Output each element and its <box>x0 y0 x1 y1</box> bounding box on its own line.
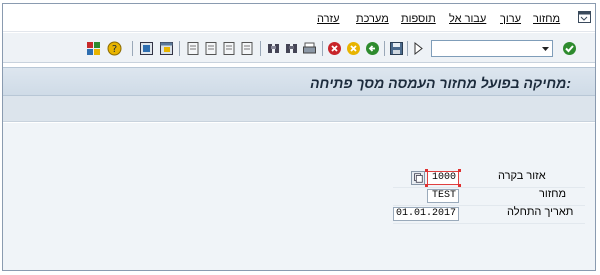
toolbar-separator <box>132 41 133 56</box>
standard-toolbar: ? <box>3 33 595 63</box>
find-icon[interactable] <box>284 41 299 56</box>
last-page-icon[interactable] <box>185 41 200 56</box>
cancel-icon[interactable] <box>327 41 342 56</box>
application-toolbar <box>3 96 595 122</box>
sap-window: מחזור ערוך עבור אל תוספות מערכת עזרה ?:… <box>2 3 596 271</box>
svg-text:?: ? <box>112 44 117 55</box>
previous-page-icon[interactable] <box>221 41 236 56</box>
page-title: :מחיקה בפועל מחזור העמסה מסך פתיחה <box>310 75 571 91</box>
toolbar-separator <box>179 41 180 56</box>
expand-command-icon[interactable] <box>411 41 426 56</box>
customize-layout-icon[interactable] <box>86 41 101 56</box>
menu-edit[interactable]: ערוך <box>500 13 521 25</box>
control-area-input[interactable]: 1000 <box>427 171 459 185</box>
find-next-icon[interactable] <box>266 41 281 56</box>
toolbar-separator <box>384 41 385 56</box>
screen-title-bar: :מחיקה בפועל מחזור העמסה מסך פתיחה <box>3 67 595 96</box>
selection-screen: אזור בקרה 1000 מחזור TEST תאריך התחלה 01… <box>3 123 595 270</box>
cycle-input[interactable]: TEST <box>427 189 459 203</box>
print-icon[interactable] <box>302 41 317 56</box>
selection-handle <box>425 169 428 172</box>
toolbar-separator <box>407 41 408 56</box>
save-icon[interactable] <box>389 41 404 56</box>
menu-help[interactable]: עזרה <box>317 13 339 25</box>
chevron-down-icon[interactable] <box>541 44 550 53</box>
selection-handle <box>458 169 461 172</box>
new-session-icon[interactable] <box>159 41 174 56</box>
menu-cycle[interactable]: מחזור <box>533 13 560 25</box>
field-label-cycle: מחזור <box>539 188 567 200</box>
row-divider <box>393 223 585 224</box>
exit-icon[interactable] <box>346 41 361 56</box>
menu-extras[interactable]: תוספות <box>401 13 436 25</box>
back-icon[interactable] <box>365 41 380 56</box>
first-page-icon[interactable] <box>239 41 254 56</box>
command-field[interactable] <box>431 40 553 57</box>
menu-bar: מחזור ערוך עבור אל תוספות מערכת עזרה <box>3 4 595 32</box>
start-date-input[interactable]: 01.01.2017 <box>393 207 459 221</box>
menu-system[interactable]: מערכת <box>356 13 389 25</box>
help-icon[interactable]: ? <box>107 41 122 56</box>
next-page-icon[interactable] <box>203 41 218 56</box>
field-label-control-area: אזור בקרה <box>498 170 546 182</box>
toolbar-separator <box>260 41 261 56</box>
field-label-start-date: תאריך התחלה <box>507 206 574 218</box>
value-help-icon[interactable] <box>411 171 425 185</box>
window-menu-icon[interactable] <box>578 11 591 23</box>
checkmark-icon[interactable] <box>562 41 577 56</box>
toolbar-separator <box>322 41 323 56</box>
menu-goto[interactable]: עבור אל <box>449 13 486 25</box>
shortcut-icon[interactable] <box>139 41 154 56</box>
